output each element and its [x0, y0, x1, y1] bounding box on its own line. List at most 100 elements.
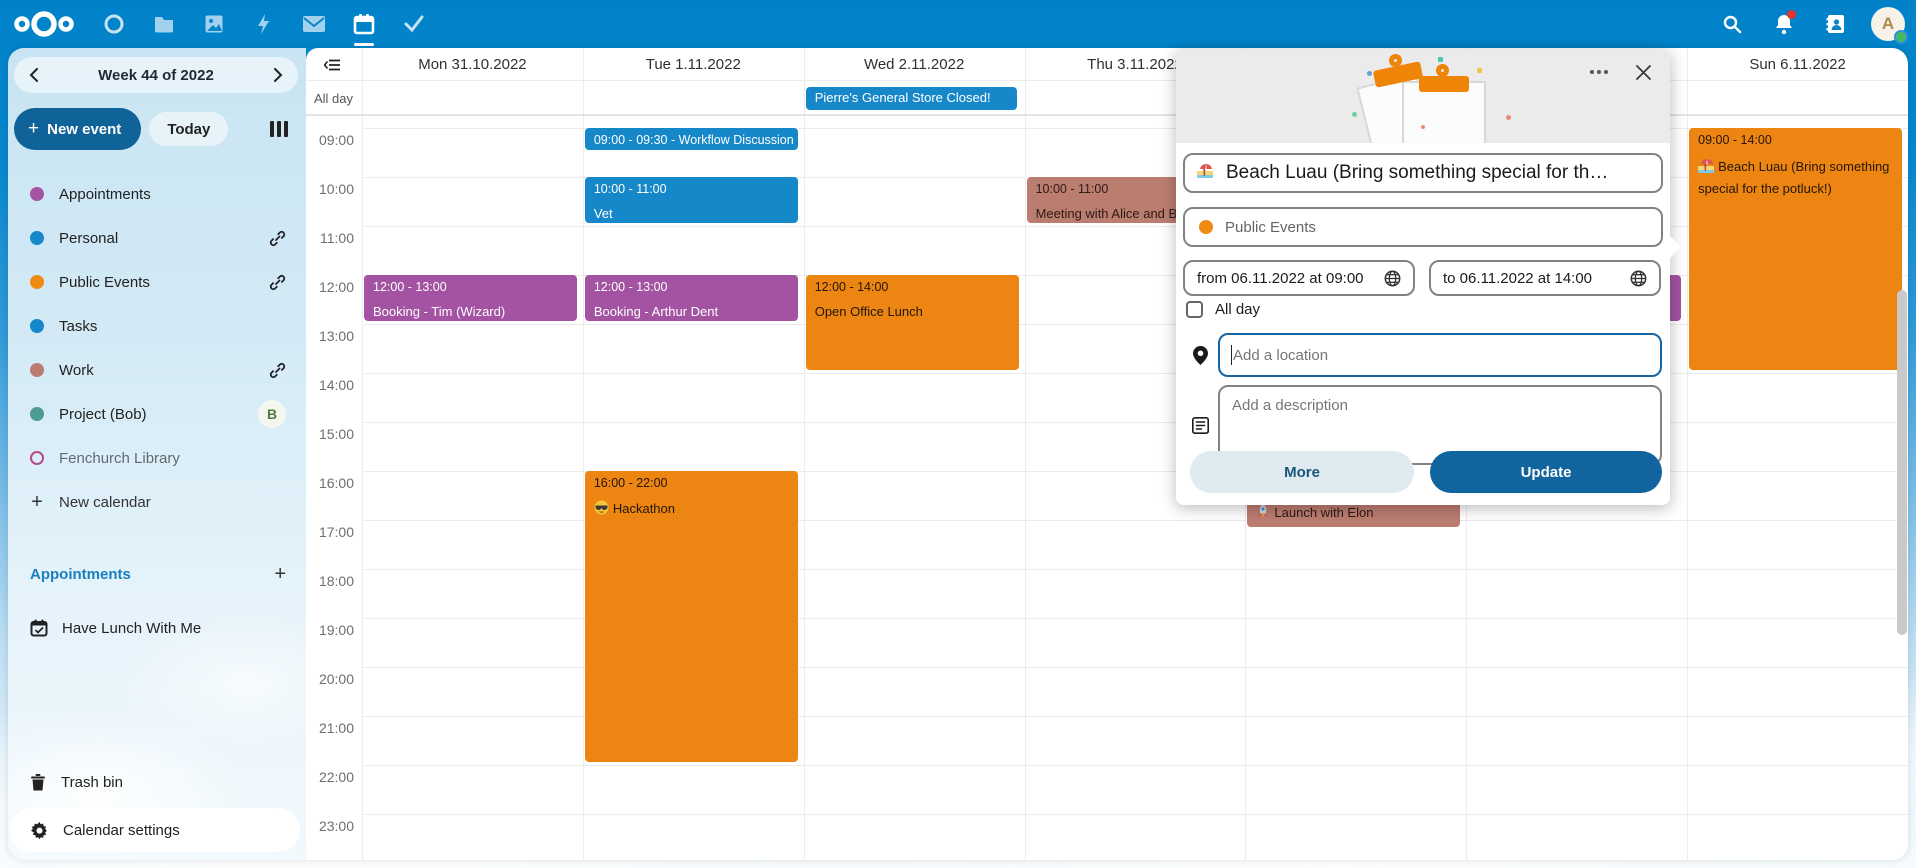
- hour-label: 12:00: [306, 279, 354, 295]
- calendar-event[interactable]: 12:00 - 13:00Booking - Arthur Dent: [585, 275, 798, 321]
- day-header: Sun 6.11.2022: [1687, 48, 1908, 80]
- search-icon[interactable]: [1710, 0, 1754, 48]
- activity-icon[interactable]: [242, 0, 286, 48]
- hour-label: 21:00: [306, 720, 354, 736]
- collapse-weekend-icon[interactable]: [324, 58, 340, 76]
- hour-line: [362, 422, 1908, 423]
- previous-week-button[interactable]: [20, 61, 48, 89]
- notification-dot: [1787, 10, 1796, 19]
- day-header: Wed 2.11.2022: [804, 48, 1025, 80]
- plus-icon: +: [30, 491, 44, 514]
- sidebar-calendar-work[interactable]: Work: [16, 352, 298, 388]
- photos-icon[interactable]: [192, 0, 236, 48]
- today-button[interactable]: Today: [149, 112, 228, 146]
- sidebar-calendar-personal[interactable]: Personal: [16, 220, 298, 256]
- all-day-event[interactable]: Pierre's General Store Closed!: [806, 87, 1017, 110]
- calendar-name: Fenchurch Library: [59, 450, 180, 467]
- calendar-color-dot: [30, 363, 44, 377]
- sidebar-calendar-appointments[interactable]: Appointments: [16, 176, 298, 212]
- hour-label: 10:00: [306, 181, 354, 197]
- hour-label: 17:00: [306, 524, 354, 540]
- description-icon: [1190, 417, 1210, 439]
- popup-arrow: [1670, 236, 1681, 258]
- nextcloud-calendar-app: { "topbar": { "apps": ["dashboard","file…: [0, 0, 1916, 868]
- gear-icon: [31, 822, 48, 839]
- day-header: Mon 31.10.2022: [362, 48, 583, 80]
- calendar-event[interactable]: 09:00 - 09:30 - Workflow Discussion: [585, 128, 798, 150]
- sidebar-calendar-public-events[interactable]: Public Events: [16, 264, 298, 300]
- hour-label: 19:00: [306, 622, 354, 638]
- hour-label: 09:00: [306, 132, 354, 148]
- calendar-color-dot: [30, 319, 44, 333]
- mail-icon[interactable]: [292, 0, 336, 48]
- more-actions-icon[interactable]: [1584, 61, 1614, 83]
- hour-label: 16:00: [306, 475, 354, 491]
- dashboard-icon[interactable]: [92, 0, 136, 48]
- user-avatar[interactable]: A: [1866, 0, 1910, 48]
- new-calendar-button[interactable]: +New calendar: [16, 484, 298, 520]
- calendar-event[interactable]: 09:00 - 14:00Beach Luau (Bring something…: [1689, 128, 1902, 370]
- event-editor-popup: Beach Luau (Bring something special for …: [1176, 49, 1670, 505]
- sidebar-calendar-fenchurch-library[interactable]: Fenchurch Library: [16, 440, 298, 476]
- calendar-name: Personal: [59, 230, 118, 247]
- hour-line: [362, 226, 1908, 227]
- notifications-bell-icon[interactable]: [1762, 0, 1806, 48]
- trash-icon: [31, 774, 45, 791]
- week-navigation: Week 44 of 2022: [14, 57, 298, 93]
- view-columns-icon[interactable]: [270, 121, 288, 137]
- calendar-picker[interactable]: Public Events: [1183, 207, 1663, 247]
- day-header: Tue 1.11.2022: [583, 48, 804, 80]
- new-event-button[interactable]: +New event: [14, 108, 141, 150]
- calendar-color-dot: [30, 275, 44, 289]
- shared-user-badge: B: [258, 400, 286, 428]
- calendar-color-dot: [30, 407, 44, 421]
- tasks-icon[interactable]: [392, 0, 436, 48]
- rocket-emoji-icon: [1256, 504, 1270, 523]
- calendar-color-dot: [30, 451, 44, 465]
- calendar-event[interactable]: 12:00 - 14:00Open Office Lunch: [806, 275, 1019, 370]
- calendar-app-icon[interactable]: [342, 0, 386, 48]
- calendar-event[interactable]: 16:00 - 22:00Hackathon: [585, 471, 798, 762]
- next-week-button[interactable]: [264, 61, 292, 89]
- contacts-icon[interactable]: [1814, 0, 1858, 48]
- status-online-dot: [1894, 30, 1908, 44]
- calendar-name: Work: [59, 362, 94, 379]
- more-button[interactable]: More: [1190, 451, 1414, 493]
- files-icon[interactable]: [142, 0, 186, 48]
- calendar-settings-button[interactable]: Calendar settings: [10, 808, 300, 852]
- trash-bin-item[interactable]: Trash bin: [16, 764, 298, 800]
- start-datetime-input[interactable]: from 06.11.2022 at 09:00: [1183, 260, 1415, 296]
- calendar-sidebar: Week 44 of 2022 +New event Today Appoint…: [8, 48, 306, 860]
- share-link-icon[interactable]: [269, 362, 286, 379]
- all-day-label: All day: [314, 91, 353, 106]
- hour-line: [362, 765, 1908, 766]
- calendar-event[interactable]: 12:00 - 13:00Booking - Tim (Wizard): [364, 275, 577, 321]
- share-link-icon[interactable]: [269, 274, 286, 291]
- end-datetime-input[interactable]: to 06.11.2022 at 14:00: [1429, 260, 1661, 296]
- location-pin-icon: [1190, 346, 1210, 370]
- nextcloud-logo[interactable]: [12, 0, 76, 48]
- appointment-config-item[interactable]: Have Lunch With Me: [16, 610, 298, 646]
- week-label[interactable]: Week 44 of 2022: [98, 67, 214, 84]
- calendar-name: Project (Bob): [59, 406, 147, 423]
- top-bar: A: [0, 0, 1916, 48]
- timezone-globe-icon: [1630, 270, 1647, 287]
- hour-label: 15:00: [306, 426, 354, 442]
- add-appointment-config-button[interactable]: +: [274, 563, 286, 586]
- all-day-checkbox[interactable]: All day: [1186, 301, 1260, 318]
- vertical-scrollbar[interactable]: [1897, 290, 1907, 635]
- calendar-color-dot: [1199, 220, 1213, 234]
- hour-label: 14:00: [306, 377, 354, 393]
- hour-label: 11:00: [306, 230, 354, 246]
- calendar-name: Appointments: [59, 186, 151, 203]
- timezone-globe-icon: [1384, 270, 1401, 287]
- event-title-input[interactable]: Beach Luau (Bring something special for …: [1183, 153, 1663, 193]
- calendar-color-dot: [30, 231, 44, 245]
- update-button[interactable]: Update: [1430, 451, 1662, 493]
- calendar-event[interactable]: 10:00 - 11:00Vet: [585, 177, 798, 223]
- close-icon[interactable]: [1628, 58, 1658, 86]
- location-input[interactable]: Add a location: [1218, 333, 1662, 377]
- share-link-icon[interactable]: [269, 230, 286, 247]
- sidebar-calendar-project-bob-[interactable]: Project (Bob) B: [16, 396, 298, 432]
- sidebar-calendar-tasks[interactable]: Tasks: [16, 308, 298, 344]
